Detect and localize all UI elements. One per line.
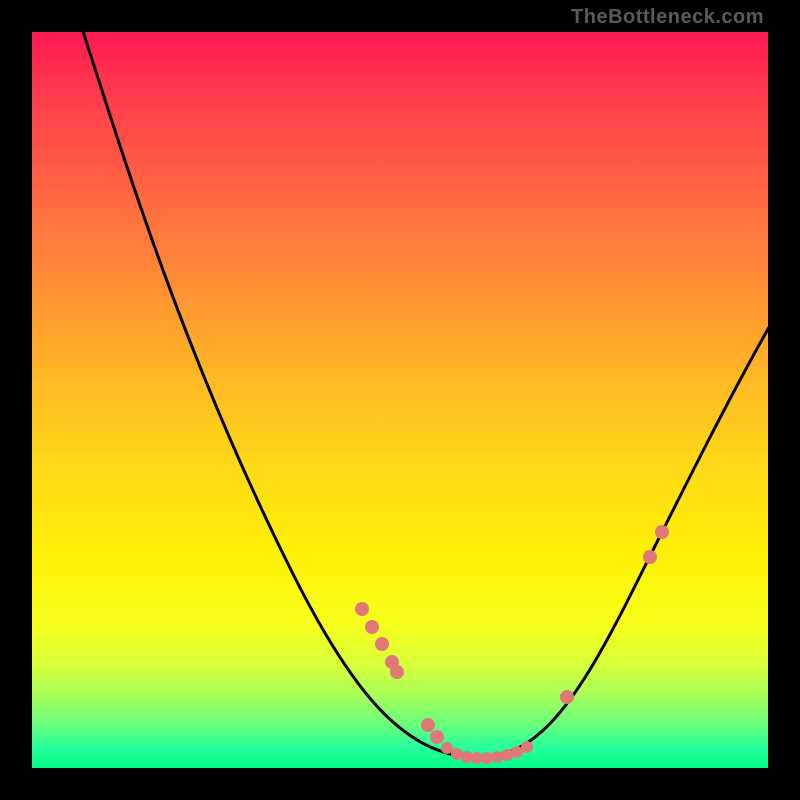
- curve-marker: [521, 741, 533, 753]
- curve-marker: [421, 718, 435, 732]
- curve-marker: [441, 742, 453, 754]
- bottleneck-curve: [80, 32, 768, 758]
- curve-marker: [560, 690, 574, 704]
- curve-layer: [32, 32, 768, 768]
- curve-marker: [390, 665, 404, 679]
- curve-marker: [491, 751, 503, 763]
- chart-frame: TheBottleneck.com: [0, 0, 800, 800]
- curve-marker: [365, 620, 379, 634]
- curve-marker: [355, 602, 369, 616]
- watermark-text: TheBottleneck.com: [571, 6, 764, 29]
- curve-marker: [375, 637, 389, 651]
- curve-marker: [655, 525, 669, 539]
- curve-marker: [643, 550, 657, 564]
- plot-area: [32, 32, 768, 768]
- curve-marker: [430, 730, 444, 744]
